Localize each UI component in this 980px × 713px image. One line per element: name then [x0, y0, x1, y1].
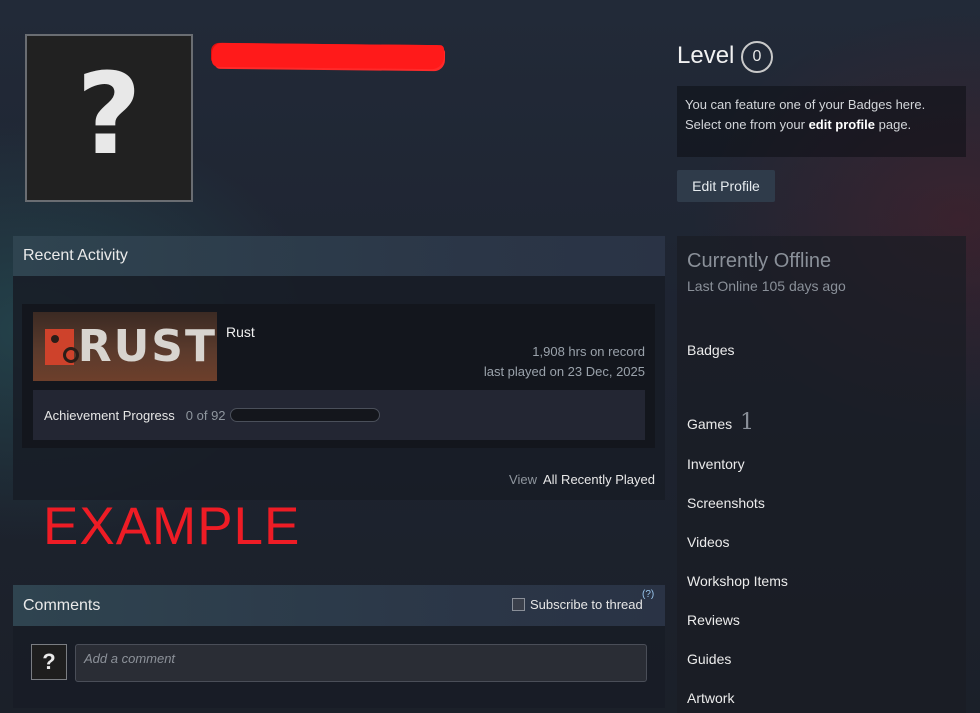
nav-workshop-items[interactable]: Workshop Items	[687, 573, 788, 589]
badge-hint-line-1: You can feature one of your Badges here.	[685, 97, 926, 112]
nav-games-label: Games	[687, 416, 733, 432]
games-count: 1	[740, 410, 755, 435]
rust-logo-icon	[45, 328, 79, 365]
example-overlay-text: EXAMPLE	[43, 497, 301, 556]
achievement-progress-box[interactable]: Achievement Progress 0 of 92	[33, 390, 645, 440]
nav-artwork[interactable]: Artwork	[687, 690, 734, 706]
subscribe-toggle[interactable]: Subscribe to thread	[512, 597, 643, 612]
commenter-avatar: ?	[31, 644, 67, 680]
comment-input[interactable]: Add a comment	[75, 644, 647, 682]
last-played: last played on 23 Dec, 2025	[483, 364, 645, 379]
nav-inventory[interactable]: Inventory	[687, 456, 745, 472]
achievement-count: 0 of 92	[185, 407, 226, 423]
achievement-label: Achievement Progress	[44, 407, 175, 423]
edit-profile-button[interactable]: Edit Profile	[677, 170, 775, 202]
online-status: Currently Offline	[687, 250, 832, 272]
view-all-row: View All Recently Played	[509, 472, 655, 487]
game-name-link[interactable]: Rust	[226, 324, 255, 340]
profile-avatar: ?	[25, 34, 193, 202]
nav-guides[interactable]: Guides	[687, 651, 731, 667]
recent-activity-title: Recent Activity	[23, 247, 128, 264]
edit-profile-link[interactable]: edit profile	[809, 117, 875, 132]
featured-badge-box: You can feature one of your Badges here.…	[677, 86, 966, 157]
all-recently-played-link[interactable]: All Recently Played	[543, 472, 655, 487]
rust-logo-text: RUST	[77, 320, 217, 372]
subscribe-checkbox[interactable]	[512, 598, 525, 611]
redacted-username	[211, 42, 445, 70]
help-icon[interactable]: (?)	[642, 589, 654, 600]
nav-badges[interactable]: Badges	[687, 342, 734, 358]
level-label: Level	[677, 42, 735, 69]
profile-sidebar	[677, 236, 966, 713]
badge-hint-line-2: Select one from your edit profile page.	[685, 117, 912, 132]
level-badge[interactable]: 0	[741, 41, 773, 73]
achievement-progress-bar	[229, 408, 380, 422]
view-label: View	[509, 472, 537, 487]
nav-games[interactable]: Games 1	[687, 410, 754, 435]
hours-on-record: 1,908 hrs on record	[532, 344, 645, 359]
nav-screenshots[interactable]: Screenshots	[687, 495, 765, 511]
recent-activity-header: Recent Activity	[13, 236, 665, 276]
last-online: Last Online 105 days ago	[687, 278, 846, 294]
nav-videos[interactable]: Videos	[687, 534, 730, 550]
question-mark-icon: ?	[76, 50, 142, 180]
rust-game-logo[interactable]: RUST	[33, 312, 217, 381]
comments-title: Comments	[23, 596, 101, 614]
subscribe-label: Subscribe to thread	[530, 597, 643, 612]
nav-reviews[interactable]: Reviews	[687, 612, 740, 628]
